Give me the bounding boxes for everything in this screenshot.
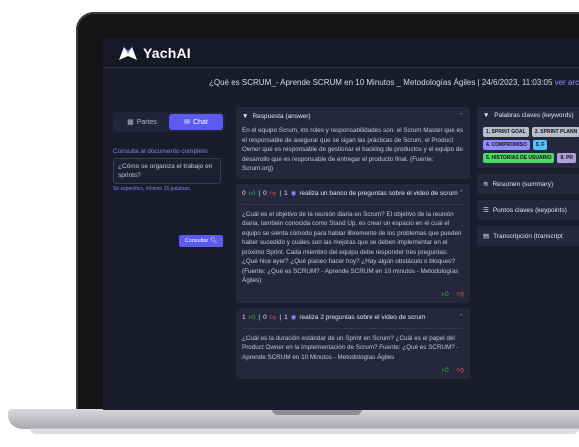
- question-stats-2: 1 👍︎ | 0 👎︎ | 1 ◉: [242, 313, 297, 322]
- question-stats-1: 0 👍︎ | 0 👎︎ | 1 ◉: [242, 189, 297, 198]
- dislike-button[interactable]: 👎︎: [457, 365, 464, 374]
- search-icon: 🔍︎: [210, 238, 218, 244]
- top-bar: YachAI: [103, 38, 579, 68]
- chevron-up-icon[interactable]: ⌃: [458, 112, 464, 120]
- view-file-link[interactable]: ver archivo: [555, 78, 579, 87]
- brand-name: YachAI: [143, 44, 191, 61]
- grid-icon: ▦: [127, 119, 134, 126]
- keyword-tag[interactable]: 5. F: [532, 140, 548, 150]
- chevron-up-icon[interactable]: ⌃: [458, 313, 464, 321]
- question-title-2: realiza 2 preguntas sobre el video de sc…: [299, 313, 426, 321]
- tab-chat[interactable]: ✉ Chat: [169, 114, 223, 130]
- app-screen: YachAI ¿Qué es SCRUM_- Aprende SCRUM en …: [103, 38, 579, 410]
- keyword-tag[interactable]: 2. SPRINT PLANN: [531, 127, 579, 137]
- answer-card: ▼ Respuesta (answer) ⌃ En el equipo Scru…: [236, 107, 470, 179]
- keyword-tag[interactable]: 5. HISTORIAS DE USUARIO: [483, 153, 555, 163]
- chat-icon: ✉: [184, 119, 191, 126]
- document-title: ¿Qué es SCRUM_- Aprende SCRUM en 10 Minu…: [209, 78, 553, 87]
- answer-header[interactable]: ▼ Respuesta (answer) ⌃: [242, 112, 464, 121]
- thumbs-up-icon: 👍︎: [248, 190, 256, 197]
- logo-icon: [119, 46, 137, 60]
- like-button[interactable]: 👍︎: [442, 365, 449, 374]
- question-card-1: 0 👍︎ | 0 👎︎ | 1 ◉ realiza un banco de pr…: [236, 183, 470, 303]
- dislike-button[interactable]: 👎︎: [457, 289, 464, 298]
- document-icon: ▤: [483, 233, 490, 240]
- keyword-tag[interactable]: 4. COMPROMISO: [483, 140, 530, 150]
- keypoints-section[interactable]: ☰ Puntos claves (keypoints): [477, 200, 579, 220]
- results-column: ▼ Respuesta (answer) ⌃ En el equipo Scru…: [236, 107, 470, 384]
- query-input[interactable]: ¿Cómo se organiza el trabajo en sprints?: [113, 158, 221, 184]
- insights-column: ▼ Palabras claves (keywords) 1. SPRINT G…: [477, 107, 579, 252]
- eye-icon: ◉: [290, 190, 297, 197]
- thumbs-down-icon: 👎︎: [269, 190, 277, 197]
- summary-section[interactable]: ≋ Resumen (summary): [477, 174, 579, 194]
- question-title-1: realiza un banco de preguntas sobre el v…: [299, 189, 458, 197]
- laptop-shadow: [30, 428, 579, 434]
- answer-title: Respuesta (answer): [252, 112, 311, 120]
- question-actions-1: 👍︎ 👎︎: [242, 289, 464, 298]
- transcript-section[interactable]: ▤ Transcripción (transcript: [477, 226, 579, 246]
- keyword-tags: 1. SPRINT GOAL2. SPRINT PLANN3. DEMO4. C…: [483, 127, 579, 163]
- question-header-1: 0 👍︎ | 0 👎︎ | 1 ◉ realiza un banco de pr…: [242, 189, 464, 198]
- eye-icon: ◉: [290, 314, 297, 321]
- filter-icon: ▼: [483, 112, 490, 119]
- question-card-2: 1 👍︎ | 0 👎︎ | 1 ◉ realiza 2 preguntas so…: [236, 307, 470, 379]
- question-text-1: ¿Cuál es el objetivo de la reunión diari…: [242, 203, 464, 286]
- query-hint: Se específico, mínimo 15 palabras.: [113, 186, 192, 192]
- thumbs-down-icon: 👎︎: [269, 314, 277, 321]
- keyword-tag[interactable]: 8. PR: [557, 153, 576, 163]
- query-label: Consulta al documento completo: [113, 148, 208, 155]
- question-actions-2: 👍︎ 👎︎: [242, 365, 464, 374]
- tabs: ▦ Partes ✉ Chat: [113, 112, 225, 132]
- thumbs-up-icon: 👍︎: [248, 314, 256, 321]
- chevron-up-icon[interactable]: ⌃: [458, 189, 464, 197]
- chat-panel: ▦ Partes ✉ Chat Consulta al documento co…: [113, 112, 225, 247]
- consult-button[interactable]: Consultar 🔍︎: [179, 235, 223, 247]
- answer-text: En el equipo Scrum, los roles y responsa…: [242, 127, 464, 172]
- keywords-card: ▼ Palabras claves (keywords) 1. SPRINT G…: [477, 107, 579, 168]
- tab-partes[interactable]: ▦ Partes: [115, 114, 169, 130]
- summary-icon: ≋: [483, 181, 489, 188]
- question-header-2: 1 👍︎ | 0 👎︎ | 1 ◉ realiza 2 preguntas so…: [242, 313, 464, 322]
- like-button[interactable]: 👍︎: [442, 289, 449, 298]
- keyword-tag[interactable]: 1. SPRINT GOAL: [483, 127, 529, 137]
- list-icon: ☰: [483, 207, 489, 214]
- filter-icon: ▼: [242, 112, 249, 120]
- question-text-2: ¿Cuál es la duración estándar de un Spri…: [242, 327, 464, 363]
- keywords-header[interactable]: ▼ Palabras claves (keywords): [483, 112, 579, 119]
- document-title-bar: ¿Qué es SCRUM_- Aprende SCRUM en 10 Minu…: [103, 78, 579, 94]
